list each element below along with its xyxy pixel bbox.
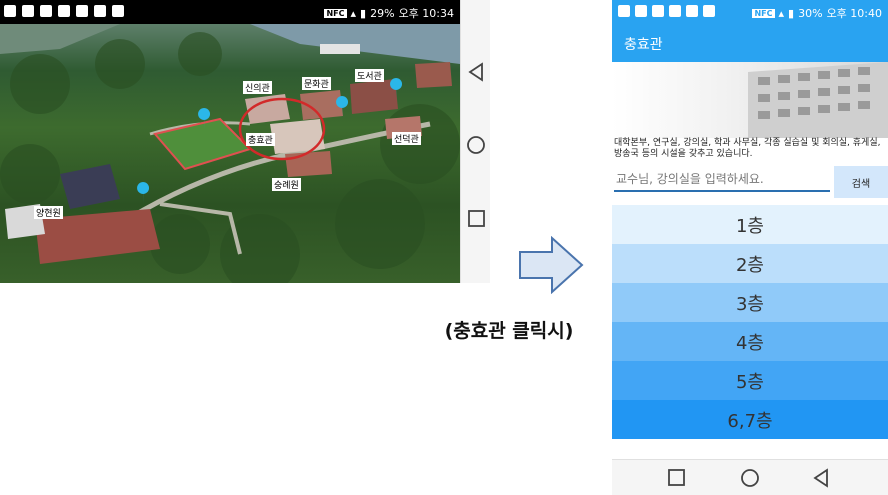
- flag-icon: [635, 5, 647, 17]
- map-label-chunghyo[interactable]: 충효관: [246, 133, 275, 146]
- recents-icon[interactable]: [667, 468, 687, 488]
- notification-icons: [4, 5, 124, 17]
- floor-button-5[interactable]: 5층: [612, 361, 888, 400]
- building-description: 대학본부, 연구실, 강의실, 학과 사무실, 각종 실습실 및 회의실, 휴게…: [614, 138, 881, 159]
- floor-button-1[interactable]: 1층: [612, 205, 888, 244]
- clock: 오후 10:34: [398, 7, 454, 20]
- map-label-munhwa[interactable]: 문화관: [302, 77, 331, 90]
- map-label-sinui[interactable]: 신의관: [243, 81, 272, 94]
- recents-icon[interactable]: [467, 209, 487, 229]
- signal-icon: ▮: [788, 6, 795, 20]
- home-icon[interactable]: [740, 468, 760, 488]
- floor-button-2[interactable]: 2층: [612, 244, 888, 283]
- battery-level: 30%: [798, 6, 823, 20]
- chat-icon: [669, 5, 681, 17]
- right-status-bar: NFC ▴ ▮ 30% 오후 10:40: [612, 0, 888, 24]
- map-label-yanghyeon[interactable]: 양현원: [34, 206, 63, 219]
- back-icon[interactable]: [467, 62, 487, 82]
- wifi-icon: ▴: [778, 6, 785, 20]
- floor-button-6-7[interactable]: 6,7층: [612, 400, 888, 439]
- wifi-icon: ▴: [350, 6, 357, 20]
- left-status-bar: NFC ▴ ▮ 29% 오후 10:34: [0, 0, 460, 24]
- battery-level: 29%: [370, 6, 395, 20]
- nfc-icon: NFC: [324, 8, 347, 18]
- map-label-doseo[interactable]: 도서관: [355, 69, 384, 82]
- floor-list: 1층 2층 3층 4층 5층 6,7층: [612, 205, 888, 439]
- floor-button-3[interactable]: 3층: [612, 283, 888, 322]
- signal-icon: ▮: [360, 6, 367, 20]
- usb-icon: [94, 5, 106, 17]
- campus-map[interactable]: 신의관 문화관 도서관 충효관 선덕관 숭례원 양현원: [0, 24, 460, 283]
- right-navigation-bar: [612, 459, 888, 495]
- map-label-seondeok[interactable]: 선덕관: [392, 132, 421, 145]
- map-label-sunglye[interactable]: 숭례원: [272, 178, 301, 191]
- usb-icon: [703, 5, 715, 17]
- image-icon: [652, 5, 664, 17]
- flag-icon: [22, 5, 34, 17]
- transition-arrow-icon: [519, 236, 584, 294]
- android-icon: [112, 5, 124, 17]
- home-icon[interactable]: [466, 135, 486, 155]
- left-phone-screen: NFC ▴ ▮ 29% 오후 10:34 신의관 문화관 도서관 충효관 선덕관…: [0, 0, 490, 283]
- back-icon[interactable]: [812, 468, 832, 488]
- app-icon: [4, 5, 16, 17]
- battery-small-icon: [686, 5, 698, 17]
- search-input[interactable]: [614, 168, 830, 192]
- left-navigation-bar: [460, 0, 490, 283]
- app-bar: 충효관: [612, 24, 888, 62]
- page-title: 충효관: [624, 37, 663, 53]
- building-photo: [612, 62, 888, 138]
- battery-small-icon: [76, 5, 88, 17]
- right-phone-screen: NFC ▴ ▮ 30% 오후 10:40 충효관 대학본부, 연구실, 강의실,…: [612, 0, 888, 495]
- clock: 오후 10:40: [826, 7, 882, 20]
- search-button[interactable]: 검색: [834, 166, 888, 198]
- app-icon: [618, 5, 630, 17]
- chat-icon: [40, 5, 52, 17]
- floor-button-4[interactable]: 4층: [612, 322, 888, 361]
- image-icon: [58, 5, 70, 17]
- nfc-icon: NFC: [752, 8, 775, 18]
- notification-icons: [618, 5, 715, 17]
- caption: (충효관 클릭시): [444, 320, 574, 342]
